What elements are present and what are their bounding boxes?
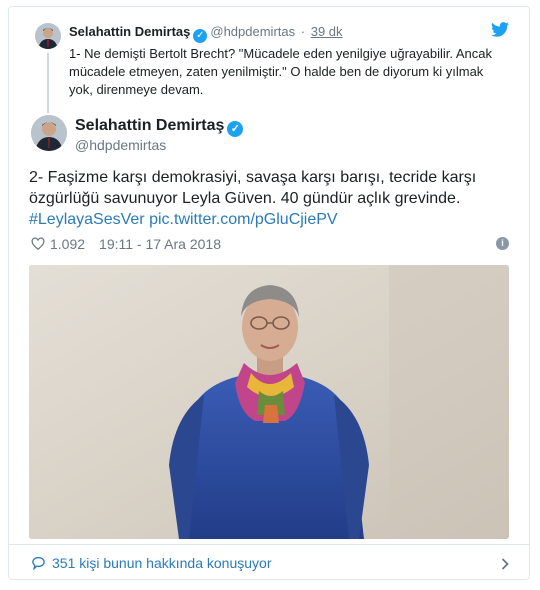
- twitter-bird-icon[interactable]: [491, 22, 509, 37]
- info-icon[interactable]: i: [496, 237, 509, 250]
- author-name[interactable]: Selahattin Demirtaş: [75, 117, 224, 134]
- parent-tweet[interactable]: Selahattin Demirtaş ✓ @hdpdemirtas · 39 dk…: [9, 7, 529, 113]
- speech-bubble-icon: [32, 556, 45, 570]
- embedded-tweet-card: Selahattin Demirtaş ✓ @hdpdemirtas · 39 dk…: [8, 6, 530, 580]
- verified-icon: ✓: [193, 29, 208, 43]
- heart-icon[interactable]: [31, 237, 45, 251]
- conversation-count-label[interactable]: 351 kişi bunun hakkında konuşuyor: [52, 555, 271, 571]
- author-name[interactable]: Selahattin Demirtaş: [69, 24, 190, 39]
- tweet-time[interactable]: 39 dk: [311, 24, 343, 39]
- tweet-photo[interactable]: [29, 265, 509, 539]
- tweet-text: 2- Faşizme karşı demokrasiyi, savaşa kar…: [29, 167, 509, 230]
- separator: ·: [300, 24, 306, 39]
- thread-line: [47, 53, 49, 113]
- parent-tweet-header: Selahattin Demirtaş ✓ @hdpdemirtas · 39 dk: [69, 24, 343, 43]
- verified-icon: ✓: [227, 121, 244, 137]
- avatar[interactable]: [35, 23, 61, 49]
- tweet-timestamp[interactable]: 19:11 - 17 Ara 2018: [99, 236, 221, 252]
- media-link[interactable]: pic.twitter.com/pGluCjiePV: [149, 211, 338, 228]
- chevron-right-icon[interactable]: [501, 558, 509, 570]
- author-handle[interactable]: @hdpdemirtas: [75, 137, 166, 153]
- parent-tweet-text: 1- Ne demişti Bertolt Brecht? "Mücadele …: [69, 46, 493, 97]
- main-author-name-row: Selahattin Demirtaş ✓: [75, 117, 246, 137]
- hashtag-link[interactable]: #LeylayaSesVer: [29, 211, 145, 228]
- tweet-meta: 1.092 19:11 - 17 Ara 2018: [31, 236, 221, 252]
- conversation-link[interactable]: 351 kişi bunun hakkında konuşuyor: [31, 555, 271, 571]
- footer-divider: [9, 544, 529, 545]
- avatar[interactable]: [31, 115, 67, 151]
- like-count[interactable]: 1.092: [50, 236, 85, 252]
- author-handle[interactable]: @hdpdemirtas: [210, 24, 295, 39]
- tweet-body: 2- Faşizme karşı demokrasiyi, savaşa kar…: [29, 169, 477, 207]
